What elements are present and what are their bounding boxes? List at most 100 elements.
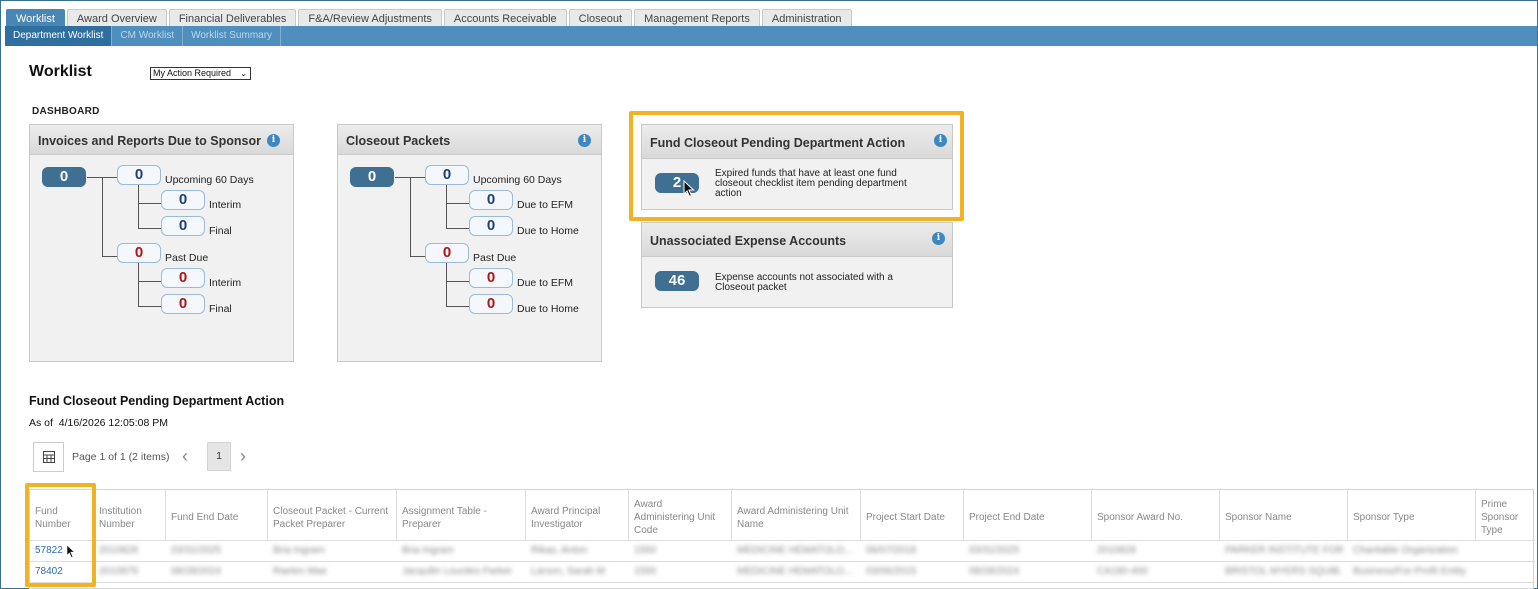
export-button[interactable] [33, 442, 64, 472]
closeout-upcoming-count[interactable]: 0 [425, 165, 469, 185]
next-page-icon[interactable]: › [240, 447, 254, 465]
column-header[interactable]: Sponsor Type [1348, 490, 1476, 540]
sub-navigation-bar: Department Worklist CM Worklist Worklist… [5, 26, 1537, 46]
invoices-pastdue-final-count[interactable]: 0 [161, 294, 205, 314]
previous-page-icon[interactable]: ‹ [182, 447, 196, 465]
fund-number-column-highlight [25, 483, 96, 587]
invoices-upcoming-interim-count[interactable]: 0 [161, 190, 205, 210]
table-cell: Larson, Sarah M [531, 566, 605, 577]
closeout-pastdue-efm-label: Due to EFM [517, 277, 574, 289]
action-filter-value: My Action Required [153, 68, 232, 78]
table-cell: 06/07/2018 [866, 545, 917, 556]
closeout-pastdue-efm-count[interactable]: 0 [469, 268, 513, 288]
table-cell: CA180-400 [1097, 566, 1148, 577]
table-cell: Charitable Organization [1353, 545, 1459, 556]
tab-worklist[interactable]: Worklist [6, 9, 65, 27]
column-header[interactable]: Closeout Packet - Current Packet Preparer [268, 490, 397, 540]
closeout-pastdue-home-count[interactable]: 0 [469, 294, 513, 314]
table-cell: Jacquilin Lourdes Parker [402, 566, 513, 577]
table-cell: 1550 [634, 566, 657, 577]
fund-closeout-section-title: Fund Closeout Pending Department Action [29, 394, 285, 408]
column-header[interactable]: Award Administering Unit Code [629, 490, 732, 540]
column-header[interactable]: Sponsor Award No. [1092, 490, 1220, 540]
tab-closeout[interactable]: Closeout [568, 9, 633, 27]
tab-financial-deliverables[interactable]: Financial Deliverables [168, 9, 297, 27]
table-cell: 2010828 [1097, 545, 1136, 556]
closeout-pastdue-count[interactable]: 0 [425, 243, 469, 263]
table-cell: MEDICINE HEMATOLO... [737, 566, 853, 577]
mouse-pointer-icon [66, 544, 76, 559]
invoices-upcoming-final-label: Final [209, 225, 232, 237]
column-header[interactable]: Fund End Date [166, 490, 268, 540]
table-cell: 1550 [634, 545, 657, 556]
closeout-upcoming-efm-label: Due to EFM [517, 199, 574, 211]
unassociated-expense-panel: Unassociated Expense Accounts i 46 Expen… [641, 222, 953, 308]
action-filter-select[interactable]: My Action Required ⌄ [150, 67, 251, 80]
column-header[interactable]: Sponsor Name [1220, 490, 1348, 540]
table-cell: PARKER INSTITUTE FOR... [1225, 545, 1343, 556]
closeout-total-count[interactable]: 0 [350, 167, 394, 187]
invoices-panel-title: Invoices and Reports Due to Sponsor [38, 134, 261, 148]
tab-management-reports[interactable]: Management Reports [634, 9, 760, 27]
fund-closeout-highlight [629, 111, 964, 221]
table-cell: 2010828 [99, 545, 138, 556]
closeout-upcoming-home-label: Due to Home [517, 225, 579, 237]
invoices-total-count[interactable]: 0 [42, 167, 86, 187]
subtab-cm-worklist[interactable]: CM Worklist [112, 26, 184, 46]
subtab-department-worklist[interactable]: Department Worklist [5, 26, 113, 46]
page-title: Worklist [29, 63, 92, 80]
info-icon[interactable]: i [932, 232, 945, 245]
invoices-reports-panel: Invoices and Reports Due to Sponsor i 0 … [29, 124, 294, 362]
invoices-pastdue-label: Past Due [165, 252, 209, 264]
column-header[interactable]: Institution Number [94, 490, 166, 540]
spreadsheet-export-icon [42, 451, 55, 463]
invoices-upcoming-interim-label: Interim [209, 199, 242, 211]
column-header[interactable]: Assignment Table - Preparer [397, 490, 526, 540]
column-header[interactable]: Award Administering Unit Name [732, 490, 861, 540]
table-cell: MEDICINE HEMATOLO... [737, 545, 853, 556]
closeout-panel-title: Closeout Packets [346, 134, 451, 148]
table-cell: BRISTOL MYERS SQUIB... [1225, 566, 1343, 577]
table-cell: 08/28/2024 [969, 566, 1020, 577]
chevron-down-icon: ⌄ [240, 69, 247, 78]
table-cell: Bria Ingram [273, 545, 325, 556]
table-cell: Raelen Mae [273, 566, 327, 577]
invoices-pastdue-count[interactable]: 0 [117, 243, 161, 263]
closeout-upcoming-label: Upcoming 60 Days [473, 174, 562, 186]
table-cell: 08/28/2024 [171, 566, 222, 577]
closeout-packets-panel: Closeout Packets i 0 0 Upcoming 60 Days … [337, 124, 602, 362]
column-header[interactable]: Project Start Date [861, 490, 964, 540]
closeout-upcoming-home-count[interactable]: 0 [469, 216, 513, 236]
unassociated-count[interactable]: 46 [655, 271, 699, 291]
invoices-pastdue-final-label: Final [209, 303, 232, 315]
dashboard-label: DASHBOARD [32, 106, 100, 117]
table-cell: 03/31/2025 [171, 545, 222, 556]
closeout-upcoming-efm-count[interactable]: 0 [469, 190, 513, 210]
column-header[interactable]: Award Principal Investigator [526, 490, 629, 540]
page-number-button[interactable]: 1 [207, 442, 231, 471]
pager-summary: Page 1 of 1 (2 items) [72, 451, 170, 463]
invoices-upcoming-label: Upcoming 60 Days [165, 174, 254, 186]
table-cell: Business/For-Profit Entity [1353, 566, 1466, 577]
tab-award-overview[interactable]: Award Overview [66, 9, 167, 27]
table-cell: Bria Ingram [402, 545, 454, 556]
mouse-pointer-icon [683, 180, 695, 198]
column-header[interactable]: Project End Date [964, 490, 1092, 540]
tab-administration[interactable]: Administration [761, 9, 852, 27]
invoices-upcoming-count[interactable]: 0 [117, 165, 161, 185]
subtab-worklist-summary[interactable]: Worklist Summary [183, 26, 282, 46]
table-cell: 03/31/2025 [969, 545, 1020, 556]
column-header[interactable]: Prime Sponsor Type [1476, 490, 1538, 540]
tab-fa-review-adjustments[interactable]: F&A/Review Adjustments [298, 9, 442, 27]
invoices-pastdue-interim-label: Interim [209, 277, 242, 289]
invoices-upcoming-final-count[interactable]: 0 [161, 216, 205, 236]
tab-accounts-receivable[interactable]: Accounts Receivable [443, 9, 567, 27]
fund-closeout-table: Fund Number Institution Number Fund End Date… [29, 489, 1535, 589]
table-cell: Rikas, Anton [531, 545, 588, 556]
info-icon[interactable]: i [578, 134, 591, 147]
invoices-pastdue-interim-count[interactable]: 0 [161, 268, 205, 288]
table-cell: 2010879 [99, 566, 138, 577]
closeout-pastdue-label: Past Due [473, 252, 517, 264]
closeout-pastdue-home-label: Due to Home [517, 303, 579, 315]
info-icon[interactable]: i [267, 134, 280, 147]
